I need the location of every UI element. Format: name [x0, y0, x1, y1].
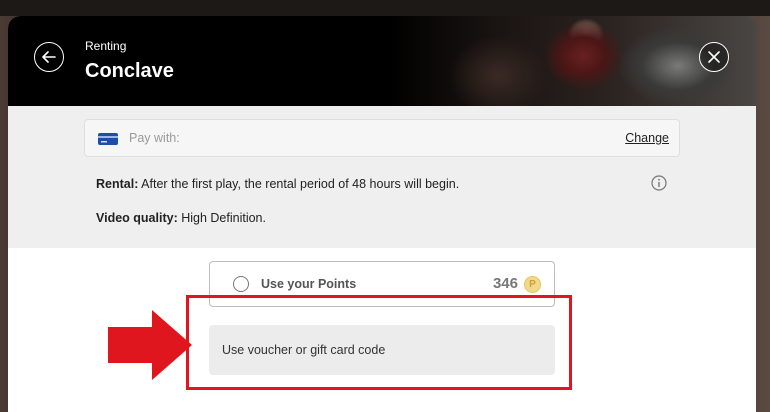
credit-card-icon: [98, 133, 118, 145]
pay-with-label: Pay with:: [129, 131, 180, 145]
change-payment-link[interactable]: Change: [625, 131, 669, 145]
quality-label: Video quality:: [96, 211, 178, 225]
highlight-box: [186, 295, 572, 390]
pointer-arrow-icon: [108, 310, 192, 380]
modal-eyebrow: Renting: [85, 39, 127, 53]
payment-method-box: Pay with: Change: [84, 119, 680, 157]
top-strip: [0, 0, 770, 16]
points-radio[interactable]: [233, 276, 249, 292]
points-label: Use your Points: [261, 277, 357, 291]
back-button[interactable]: [34, 42, 64, 72]
close-icon: [708, 51, 720, 63]
rental-text: After the first play, the rental period …: [141, 177, 460, 191]
close-button[interactable]: [699, 42, 729, 72]
back-arrow-icon: [42, 51, 56, 63]
rental-info-line: Rental: After the first play, the rental…: [96, 177, 459, 191]
modal-title: Conclave: [85, 60, 174, 82]
info-icon[interactable]: [651, 175, 667, 191]
modal-header: Renting Conclave: [8, 16, 756, 106]
quality-text: High Definition.: [181, 211, 266, 225]
coin-icon: P: [524, 276, 541, 293]
quality-info-line: Video quality: High Definition.: [96, 211, 266, 225]
points-balance: 346: [492, 275, 518, 292]
rental-label: Rental:: [96, 177, 139, 191]
